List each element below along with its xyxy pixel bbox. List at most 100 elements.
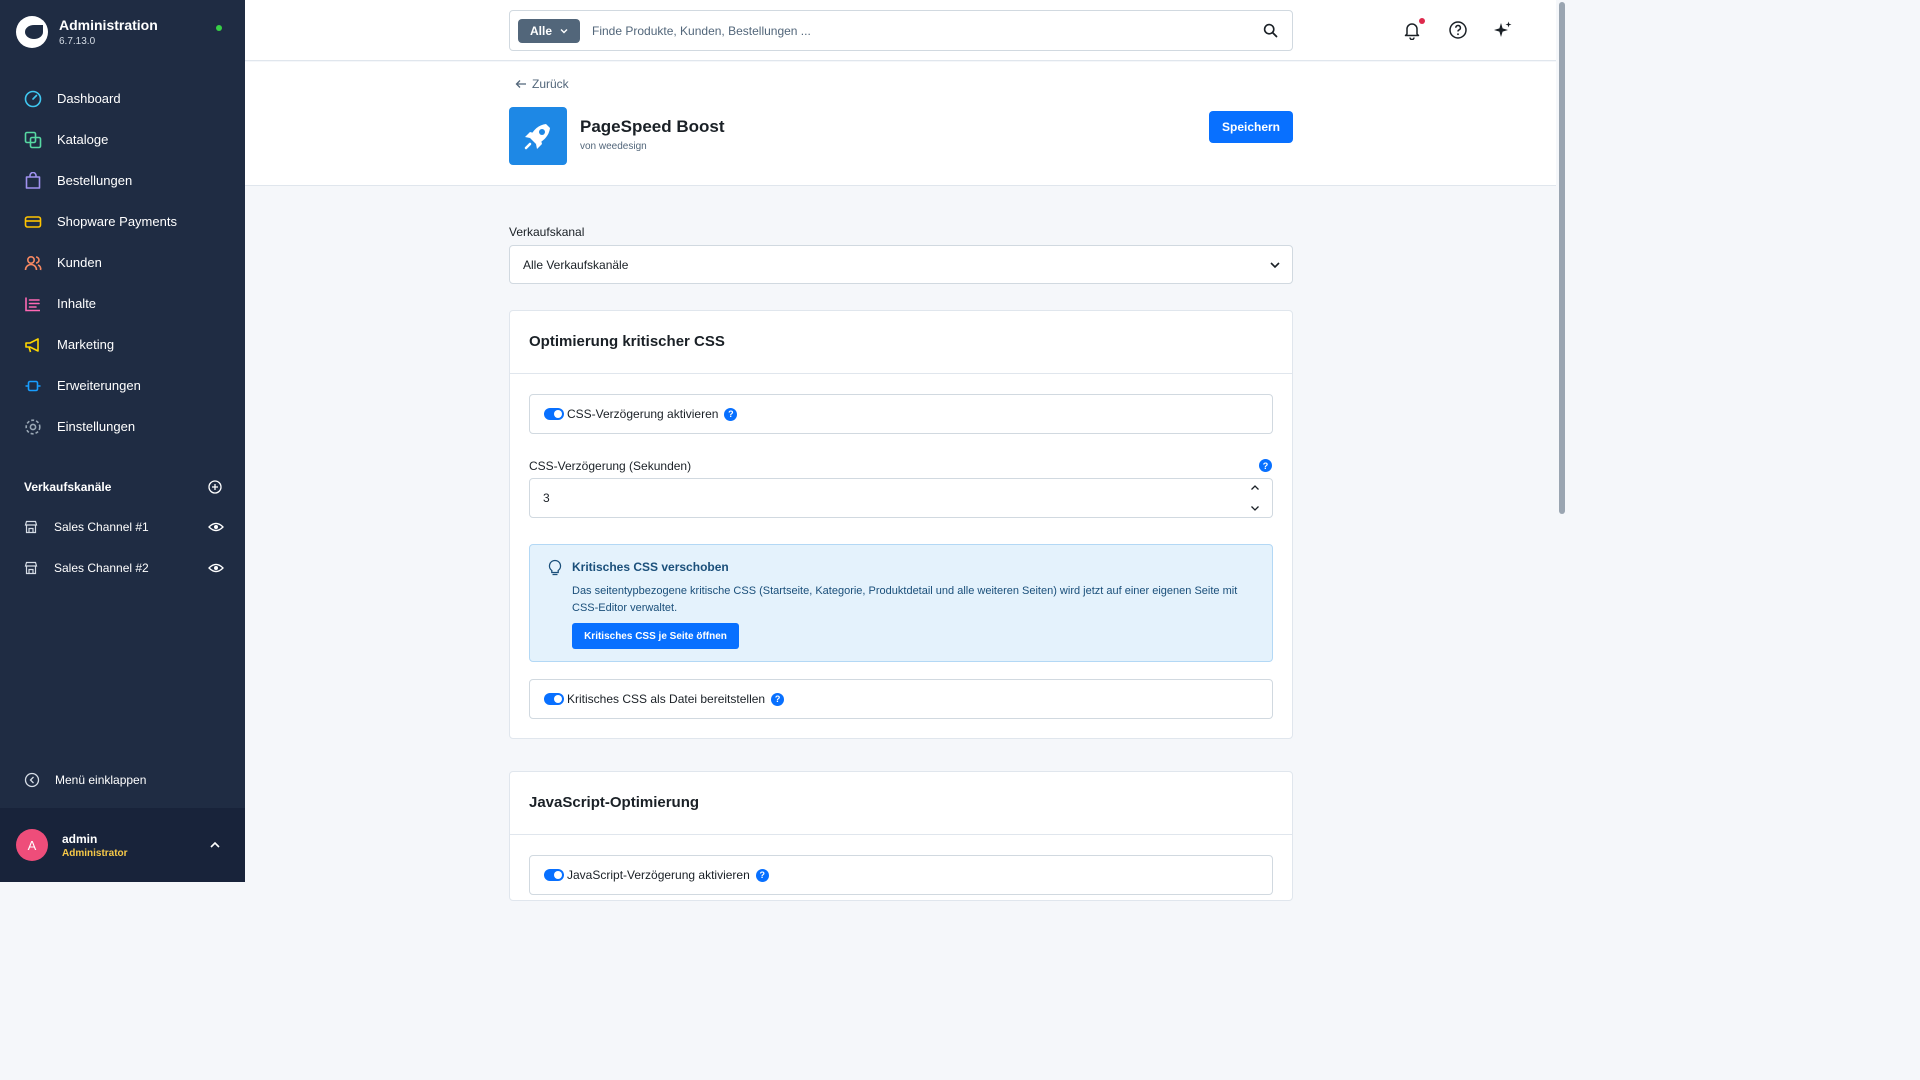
info-text: Das seitentypbezogene kritische CSS (Sta… bbox=[572, 585, 1238, 614]
chevron-down-icon[interactable] bbox=[1250, 503, 1260, 513]
dashboard-icon bbox=[24, 90, 42, 108]
sidebar-item-catalog[interactable]: Kataloge bbox=[0, 119, 245, 160]
collapse-menu-button[interactable]: Menü einklappen bbox=[24, 772, 146, 788]
user-menu[interactable]: A admin Administrator bbox=[0, 808, 245, 882]
eye-icon[interactable] bbox=[208, 520, 224, 534]
css-delay-toggle[interactable] bbox=[544, 408, 564, 420]
sidebar-item-label: Dashboard bbox=[57, 91, 121, 106]
css-optimization-card: Optimierung kritischer CSS CSS-Verzögeru… bbox=[509, 310, 1293, 739]
page-scrollbar[interactable] bbox=[1556, 0, 1568, 882]
sales-channels-header: Verkaufskanäle bbox=[24, 480, 222, 494]
sidebar: Administration 6.7.13.0 Dashboard Katalo… bbox=[0, 0, 245, 882]
chevron-up-icon[interactable] bbox=[1250, 483, 1260, 493]
critical-css-file-toggle[interactable] bbox=[544, 693, 564, 705]
help-icon[interactable]: ? bbox=[724, 407, 738, 421]
storefront-icon bbox=[24, 520, 38, 534]
chevron-left-circle-icon bbox=[24, 772, 40, 788]
js-delay-toggle-label: JavaScript-Verzögerung aktivieren bbox=[567, 868, 750, 882]
help-circle-icon[interactable] bbox=[1448, 20, 1468, 40]
chevron-up-icon[interactable] bbox=[209, 839, 221, 851]
card-divider bbox=[510, 373, 1292, 374]
number-stepper bbox=[1250, 483, 1260, 513]
brand-title: Administration bbox=[59, 17, 158, 33]
sidebar-item-label: Einstellungen bbox=[57, 419, 136, 434]
user-name: admin bbox=[62, 831, 98, 846]
add-sales-channel-icon[interactable] bbox=[208, 480, 222, 494]
sparkles-icon[interactable] bbox=[1493, 20, 1513, 40]
top-bar: Alle bbox=[245, 0, 1556, 61]
arrow-left-icon bbox=[515, 80, 526, 88]
brand[interactable]: Administration 6.7.13.0 bbox=[16, 16, 158, 48]
save-button[interactable]: Speichern bbox=[1209, 111, 1293, 143]
storefront-icon bbox=[24, 561, 38, 575]
sales-channels-title: Verkaufskanäle bbox=[24, 480, 112, 494]
avatar: A bbox=[16, 829, 48, 861]
sidebar-item-customers[interactable]: Kunden bbox=[0, 242, 245, 283]
brand-version: 6.7.13.0 bbox=[59, 36, 96, 47]
sidebar-item-content[interactable]: Inhalte bbox=[0, 283, 245, 324]
rocket-icon bbox=[509, 107, 567, 165]
help-icon[interactable]: ? bbox=[771, 692, 785, 706]
sidebar-item-label: Marketing bbox=[57, 337, 115, 352]
css-delay-seconds-label: CSS-Verzögerung (Sekunden) bbox=[529, 459, 692, 473]
online-status-dot bbox=[216, 25, 222, 31]
css-delay-seconds-field[interactable]: 3 bbox=[529, 478, 1273, 518]
content-icon bbox=[24, 295, 42, 313]
card-divider bbox=[510, 834, 1292, 835]
search-icon[interactable] bbox=[1263, 23, 1278, 38]
search-input[interactable] bbox=[592, 23, 1263, 38]
js-delay-toggle[interactable] bbox=[544, 869, 564, 881]
scrollbar-thumb[interactable] bbox=[1559, 2, 1565, 514]
chevron-down-icon bbox=[560, 28, 568, 33]
eye-icon[interactable] bbox=[208, 561, 224, 575]
main-navigation: Dashboard Kataloge Bestellungen Shopware… bbox=[0, 78, 245, 447]
lightbulb-icon bbox=[548, 559, 562, 576]
sidebar-item-label: Kataloge bbox=[57, 132, 109, 147]
customers-icon bbox=[24, 254, 42, 272]
sales-channel-label: Sales Channel #2 bbox=[54, 561, 149, 575]
sidebar-item-label: Bestellungen bbox=[57, 173, 133, 188]
card-title: JavaScript-Optimierung bbox=[529, 794, 700, 811]
app-title: PageSpeed Boost bbox=[580, 117, 725, 136]
critical-css-info-box: Kritisches CSS verschoben Das seitentypb… bbox=[529, 544, 1273, 662]
catalog-icon bbox=[24, 131, 42, 149]
critical-css-file-toggle-label: Kritisches CSS als Datei bereitstellen bbox=[567, 692, 766, 706]
search-type-dropdown[interactable]: Alle bbox=[518, 18, 580, 43]
sidebar-item-label: Kunden bbox=[57, 255, 102, 270]
back-link[interactable]: Zurück bbox=[515, 77, 569, 91]
sales-channel-label: Sales Channel #1 bbox=[54, 520, 149, 534]
user-role: Administrator bbox=[62, 847, 128, 859]
extension-header: Zurück PageSpeed Boost von weedesign Spe… bbox=[245, 62, 1556, 186]
sidebar-item-extensions[interactable]: Erweiterungen bbox=[0, 365, 245, 406]
help-icon[interactable]: ? bbox=[755, 868, 769, 882]
global-search: Alle bbox=[509, 10, 1293, 51]
js-delay-toggle-row: JavaScript-Verzögerung aktivieren ? bbox=[529, 855, 1273, 895]
sidebar-item-dashboard[interactable]: Dashboard bbox=[0, 78, 245, 119]
css-delay-toggle-label: CSS-Verzögerung aktivieren bbox=[567, 407, 719, 421]
sales-channel-value: Alle Verkaufskanäle bbox=[523, 257, 629, 272]
sidebar-item-orders[interactable]: Bestellungen bbox=[0, 160, 245, 201]
sidebar-item-label: Erweiterungen bbox=[57, 378, 141, 393]
css-delay-seconds-value: 3 bbox=[543, 491, 550, 505]
payments-icon bbox=[24, 213, 42, 231]
settings-icon bbox=[24, 418, 42, 436]
sidebar-item-settings[interactable]: Einstellungen bbox=[0, 406, 245, 447]
orders-icon bbox=[24, 171, 42, 190]
sales-channel-item[interactable]: Sales Channel #2 bbox=[24, 558, 224, 578]
notification-badge bbox=[1419, 18, 1425, 24]
sidebar-item-payments[interactable]: Shopware Payments bbox=[0, 201, 245, 242]
sales-channel-select[interactable]: Alle Verkaufskanäle bbox=[509, 245, 1293, 284]
open-critical-css-button[interactable]: Kritisches CSS je Seite öffnen bbox=[572, 623, 739, 649]
card-title: Optimierung kritischer CSS bbox=[529, 333, 725, 350]
shopware-logo-icon bbox=[16, 16, 48, 48]
sidebar-item-marketing[interactable]: Marketing bbox=[0, 324, 245, 365]
app-vendor: von weedesign bbox=[580, 141, 647, 152]
search-type-label: Alle bbox=[529, 23, 552, 38]
collapse-menu-label: Menü einklappen bbox=[55, 773, 147, 787]
back-label: Zurück bbox=[532, 77, 569, 91]
help-icon[interactable]: ? bbox=[1259, 459, 1272, 472]
extensions-icon bbox=[24, 377, 42, 395]
sales-channel-item[interactable]: Sales Channel #1 bbox=[24, 517, 224, 537]
javascript-optimization-card: JavaScript-Optimierung JavaScript-Verzög… bbox=[509, 771, 1293, 901]
sidebar-item-label: Shopware Payments bbox=[57, 214, 177, 229]
